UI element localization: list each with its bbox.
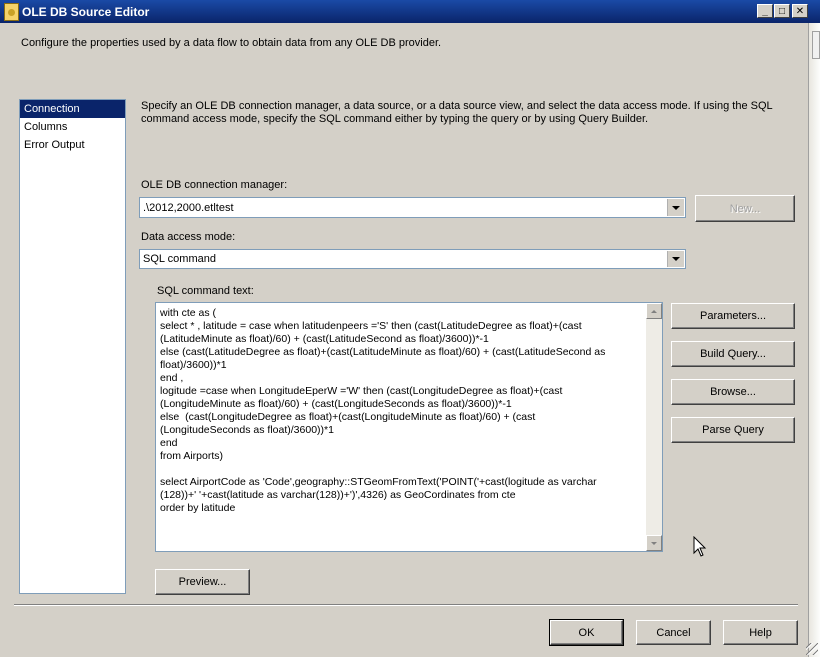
arrow-down-icon <box>651 541 657 545</box>
intro-text: Configure the properties used by a data … <box>21 37 442 49</box>
preview-button[interactable]: Preview... <box>155 569 250 595</box>
app-icon <box>4 3 19 21</box>
access-mode-dropdown-button[interactable] <box>667 251 684 267</box>
arrow-up-icon <box>651 309 657 313</box>
sql-command-label: SQL command text: <box>157 285 254 297</box>
help-button[interactable]: Help <box>723 620 798 645</box>
page-description: Specify an OLE DB connection manager, a … <box>141 100 773 125</box>
data-access-mode-combo[interactable]: SQL command <box>139 249 686 269</box>
mouse-pointer-icon <box>693 536 707 557</box>
footer-separator <box>14 604 798 606</box>
close-button[interactable]: ✕ <box>792 4 808 18</box>
connection-manager-value: .\2012,2000.etltest <box>143 202 234 214</box>
nav-item-error-output[interactable]: Error Output <box>20 136 125 154</box>
chevron-down-icon <box>672 205 680 210</box>
connection-manager-combo[interactable]: .\2012,2000.etltest <box>139 197 686 218</box>
connection-manager-label: OLE DB connection manager: <box>141 179 288 191</box>
data-access-mode-label: Data access mode: <box>141 231 236 243</box>
minimize-button[interactable]: _ <box>757 4 773 18</box>
parameters-button[interactable]: Parameters... <box>671 303 795 329</box>
scroll-up-button[interactable] <box>646 303 662 319</box>
window-title: OLE DB Source Editor <box>22 5 150 19</box>
scroll-down-button[interactable] <box>646 535 662 551</box>
page-navigation: Connection Manager Columns Error Output <box>19 99 126 594</box>
nav-item-columns[interactable]: Columns <box>20 118 125 136</box>
sql-command-text[interactable]: with cte as ( select * , latitude = case… <box>160 307 636 515</box>
sql-command-textarea[interactable]: with cte as ( select * , latitude = case… <box>155 302 663 552</box>
new-connection-button[interactable]: New... <box>695 195 795 222</box>
background-window-edge <box>808 23 820 657</box>
background-scroll-indicator <box>812 31 820 59</box>
data-access-mode-value: SQL command <box>143 253 216 265</box>
resize-grip-icon[interactable] <box>806 643 818 655</box>
title-bar[interactable]: OLE DB Source Editor _ □ ✕ <box>0 0 820 23</box>
browse-button[interactable]: Browse... <box>671 379 795 405</box>
nav-item-connection-manager[interactable]: Connection Manager <box>20 100 125 133</box>
connection-dropdown-button[interactable] <box>667 199 684 216</box>
build-query-button[interactable]: Build Query... <box>671 341 795 367</box>
cancel-button[interactable]: Cancel <box>636 620 711 645</box>
maximize-button[interactable]: □ <box>774 4 790 18</box>
parse-query-button[interactable]: Parse Query <box>671 417 795 443</box>
chevron-down-icon <box>672 257 680 261</box>
ok-button[interactable]: OK <box>549 619 624 646</box>
sql-scrollbar[interactable] <box>646 303 662 551</box>
